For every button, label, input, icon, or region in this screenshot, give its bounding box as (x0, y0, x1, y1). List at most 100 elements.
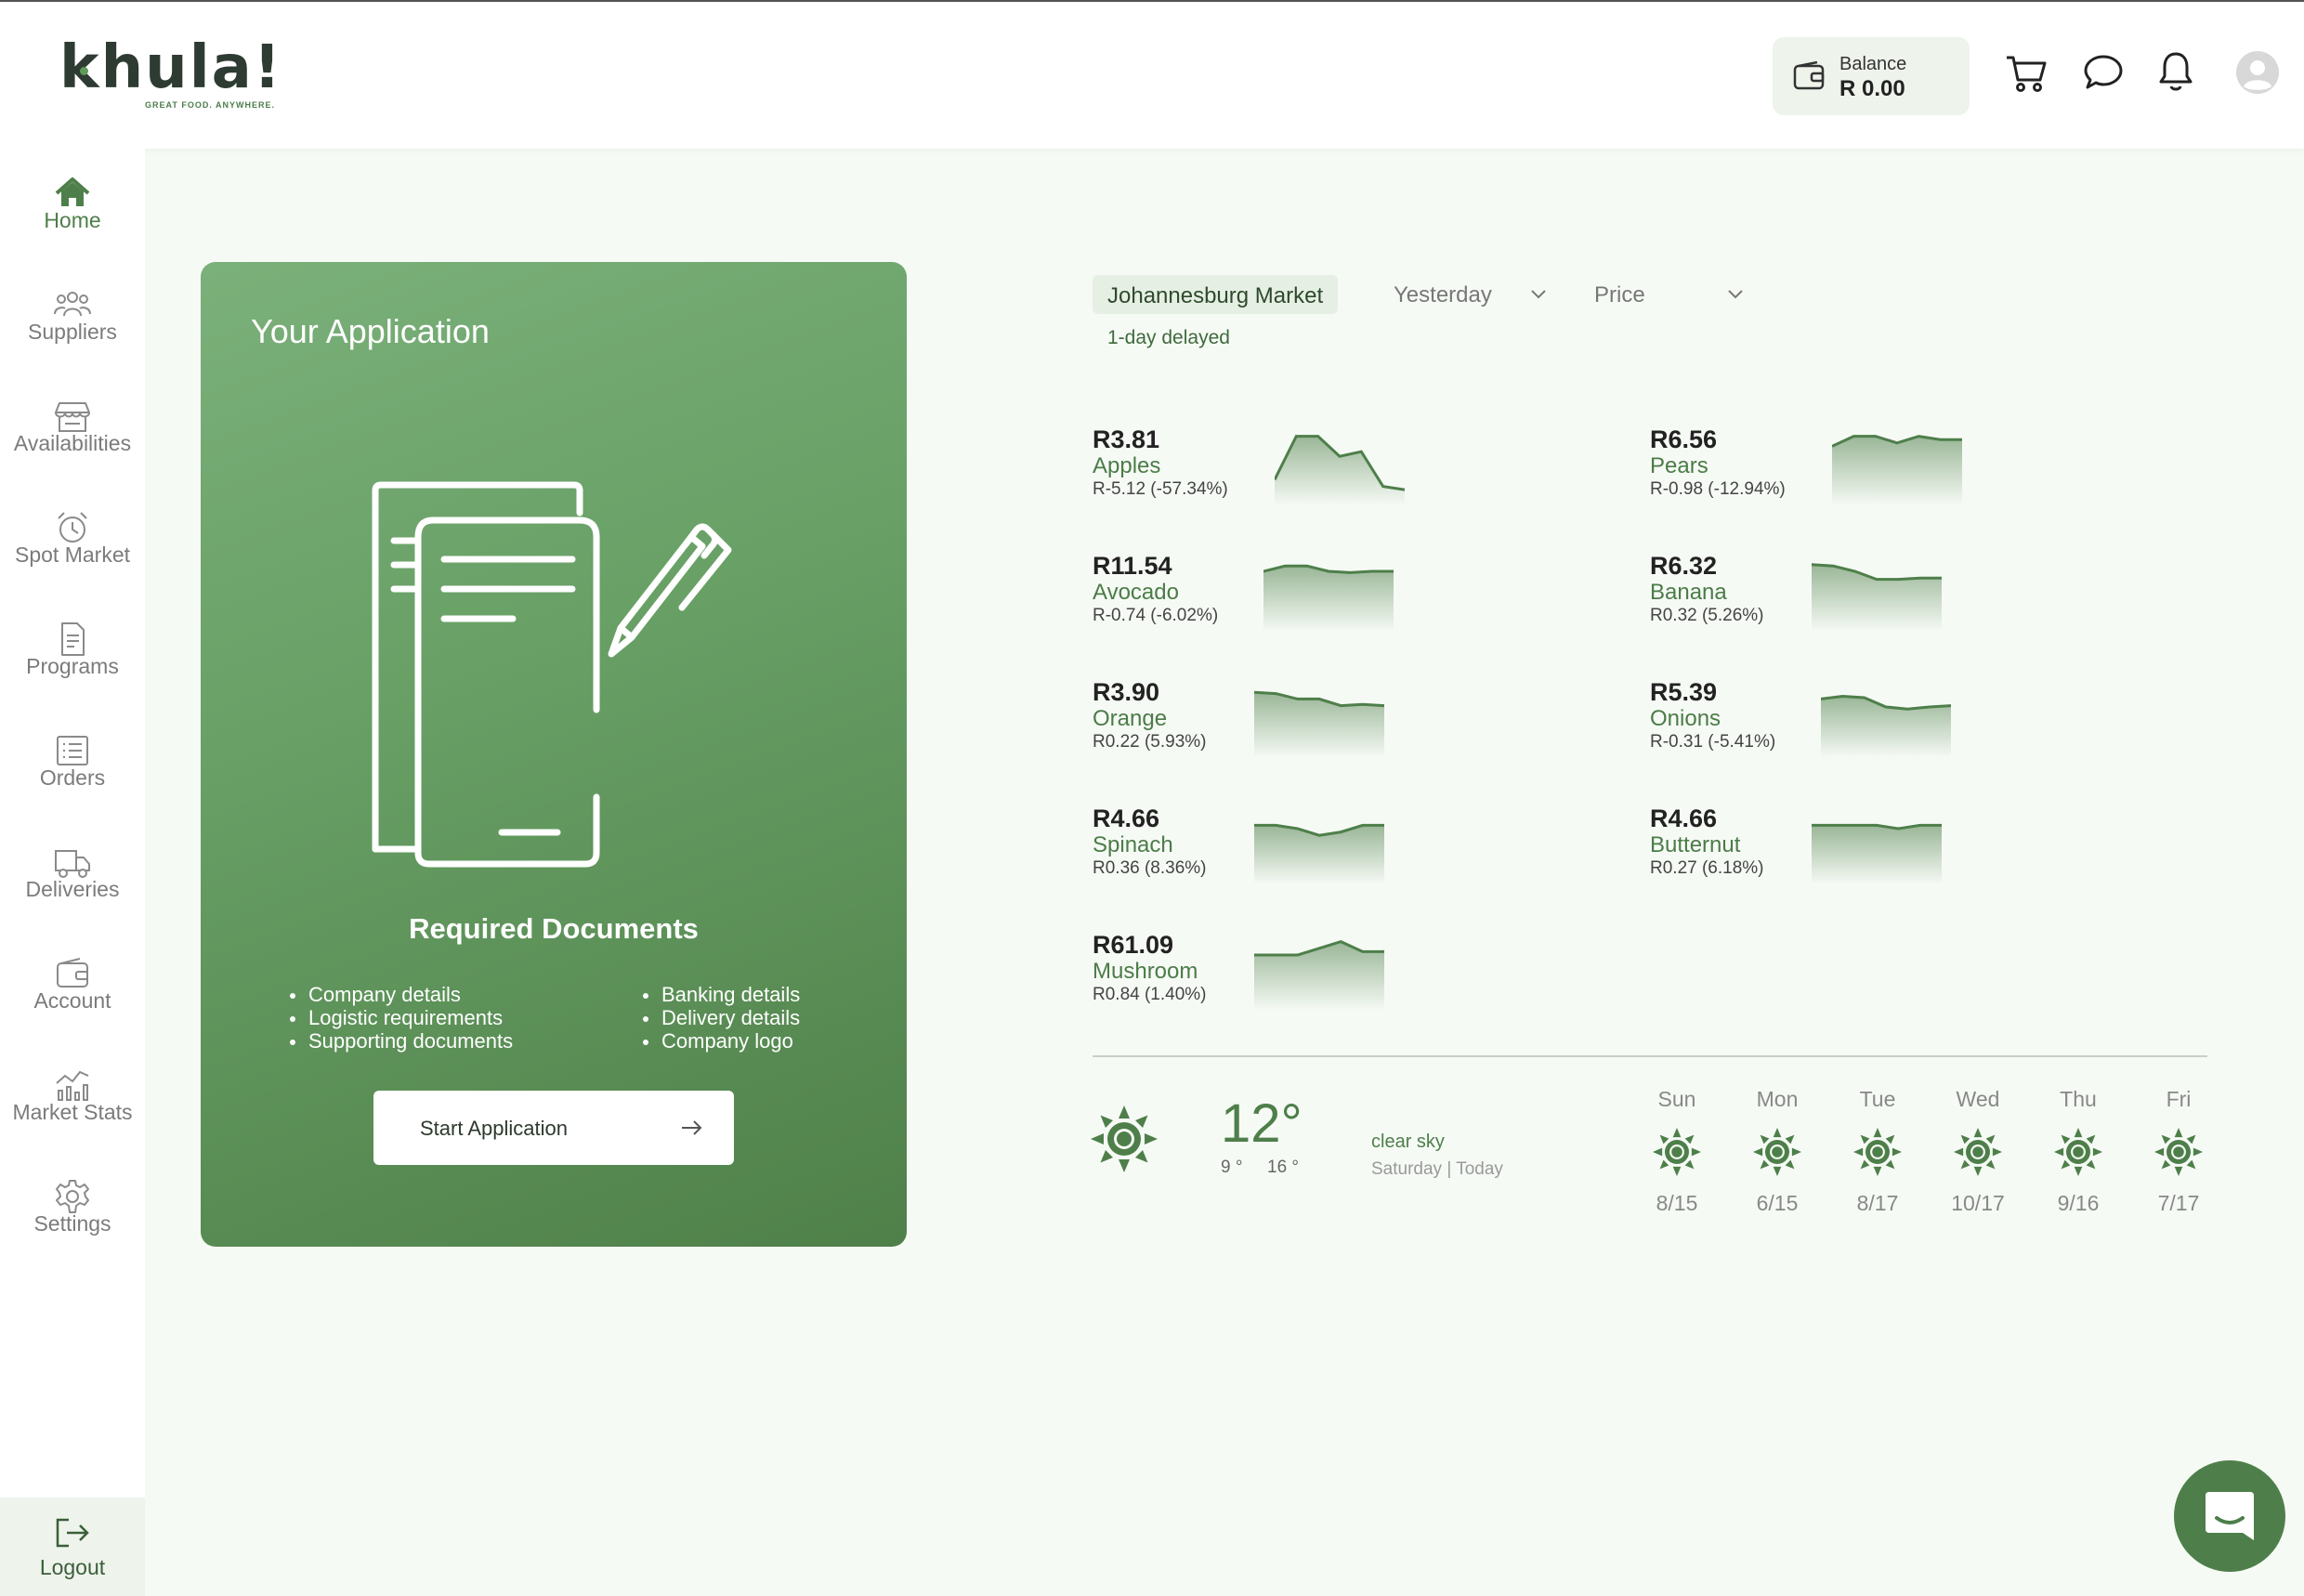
sparkline-area (1254, 692, 1384, 758)
forecast-date: 9/16 (2057, 1191, 2100, 1215)
sidebar-item-label: Account (33, 988, 111, 1013)
sparkline-area (1812, 564, 1942, 632)
sidebar-item-label: Home (44, 208, 101, 232)
home-icon (55, 177, 90, 206)
chevron-down-icon (1728, 290, 1743, 299)
sidebar-item-label: Programs (26, 654, 119, 678)
sidebar-item-orders[interactable]: Orders (0, 706, 145, 808)
price-item-spinach[interactable]: R4.66 Spinach R0.36 (8.36%) (1093, 805, 1613, 907)
sidebar-item-availabilities[interactable]: Availabilities (0, 372, 145, 474)
forecast-day: Tue 8/17 (1840, 1087, 1915, 1226)
forecast-day: Thu 9/16 (2041, 1087, 2115, 1226)
start-application-button[interactable]: Start Application (373, 1091, 734, 1165)
sparkline-chart (1254, 939, 1384, 1011)
product-name: Orange (1093, 706, 1168, 731)
chat-bubble-icon[interactable] (2083, 54, 2124, 91)
forecast-day-name: Fri (2166, 1087, 2192, 1111)
support-chat-button[interactable] (2174, 1460, 2285, 1572)
price-change: R0.27 (6.18%) (1650, 858, 1764, 878)
sidebar-item-label: Settings (33, 1211, 111, 1236)
forecast-date: 7/17 (2157, 1191, 2200, 1215)
price-value: R5.39 (1650, 678, 1718, 706)
metric-dropdown[interactable]: Price (1594, 279, 1752, 316)
product-name: Avocado (1093, 580, 1179, 605)
forecast-date: 8/17 (1856, 1191, 1899, 1215)
price-value: R4.66 (1650, 805, 1718, 832)
current-temperature: 12° (1221, 1093, 1303, 1154)
forecast-date: 6/15 (1756, 1191, 1799, 1215)
required-documents-list-right: Banking details Delivery details Company… (643, 983, 800, 1053)
product-name: Mushroom (1093, 959, 1198, 984)
stats-icon (56, 1070, 89, 1101)
balance-value: R 0.00 (1839, 76, 1905, 101)
logout-icon (56, 1518, 89, 1548)
sidebar-item-deliveries[interactable]: Deliveries (0, 818, 145, 920)
price-change: R-0.74 (-6.02%) (1093, 606, 1219, 625)
price-value: R3.90 (1093, 678, 1160, 706)
cart-icon[interactable] (2005, 54, 2048, 93)
forecast-day-name: Tue (1859, 1087, 1896, 1111)
sidebar-item-account[interactable]: Account (0, 929, 145, 1031)
arrow-right-icon (682, 1120, 702, 1135)
khula-logo[interactable]: khula! GREAT FOOD. ANYWHERE. (59, 35, 281, 119)
sun-icon (1954, 1128, 2002, 1176)
forecast-day: Wed 10/17 (1941, 1087, 2015, 1226)
sparkline-chart (1812, 823, 1942, 884)
price-item-orange[interactable]: R3.90 Orange R0.22 (5.93%) (1093, 678, 1613, 780)
sparkline-area (1832, 436, 1962, 505)
price-item-banana[interactable]: R6.32 Banana R0.32 (5.26%) (1650, 552, 2170, 654)
chevron-down-icon (1531, 290, 1546, 299)
list-item: Supporting documents (290, 1029, 513, 1053)
store-icon (55, 402, 90, 432)
sparkline-area (1812, 825, 1942, 884)
market-selector[interactable]: Johannesburg Market (1093, 275, 1338, 314)
period-value: Yesterday (1394, 282, 1492, 307)
sparkline-chart (1832, 435, 1962, 505)
wallet-icon (57, 958, 88, 988)
sidebar-item-market-stats[interactable]: Market Stats (0, 1040, 145, 1143)
period-dropdown[interactable]: Yesterday (1394, 279, 1551, 316)
balance-widget[interactable]: Balance R 0.00 (1773, 37, 1970, 115)
sparkline-chart (1821, 694, 1951, 758)
price-change: R0.22 (5.93%) (1093, 732, 1207, 752)
product-name: Banana (1650, 580, 1727, 605)
bell-icon[interactable] (2157, 50, 2194, 93)
price-item-butternut[interactable]: R4.66 Butternut R0.27 (6.18%) (1650, 805, 2170, 907)
sidebar-item-settings[interactable]: Settings (0, 1152, 145, 1254)
price-item-apples[interactable]: R3.81 Apples R-5.12 (-57.34%) (1093, 425, 1613, 528)
sidebar-item-label: Market Stats (12, 1100, 133, 1124)
price-item-mushroom[interactable]: R61.09 Mushroom R0.84 (1.40%) (1093, 931, 1613, 1033)
metric-value: Price (1594, 282, 1645, 307)
product-name: Spinach (1093, 832, 1173, 857)
sidebar-item-spot-market[interactable]: Spot Market (0, 483, 145, 585)
list-icon (57, 736, 88, 765)
price-value: R4.66 (1093, 805, 1160, 832)
price-item-avocado[interactable]: R11.54 Avocado R-0.74 (-6.02%) (1093, 552, 1613, 654)
sidebar-item-suppliers[interactable]: Suppliers (0, 260, 145, 362)
sidebar-item-label: Availabilities (13, 431, 132, 455)
list-item: Logistic requirements (290, 1006, 513, 1029)
sidebar-item-home[interactable]: Home (0, 149, 145, 251)
users-icon (54, 292, 91, 317)
sparkline-chart (1275, 435, 1405, 505)
product-name: Apples (1093, 453, 1161, 478)
sun-icon (1653, 1128, 1701, 1176)
logo-dot (80, 67, 88, 75)
sparkline-chart (1812, 563, 1942, 632)
application-card: Your Application Required Documents Comp… (201, 262, 907, 1247)
chat-widget-icon (2206, 1492, 2254, 1540)
forecast-day: Mon 6/15 (1740, 1087, 1814, 1226)
price-value: R61.09 (1093, 931, 1174, 959)
weather-description: clear sky (1371, 1132, 1445, 1152)
sidebar-item-programs[interactable]: Programs (0, 595, 145, 697)
start-application-label: Start Application (420, 1117, 568, 1140)
logout-button[interactable]: Logout (0, 1498, 145, 1596)
price-value: R3.81 (1093, 425, 1160, 453)
alarm-clock-icon (58, 512, 87, 543)
user-avatar-icon[interactable] (2235, 50, 2280, 95)
forecast-date: 8/15 (1656, 1191, 1698, 1215)
forecast-date: 10/17 (1951, 1191, 2005, 1215)
price-item-pears[interactable]: R6.56 Pears R-0.98 (-12.94%) (1650, 425, 2170, 528)
sidebar-item-label: Suppliers (28, 320, 117, 344)
price-item-onions[interactable]: R5.39 Onions R-0.31 (-5.41%) (1650, 678, 2170, 780)
